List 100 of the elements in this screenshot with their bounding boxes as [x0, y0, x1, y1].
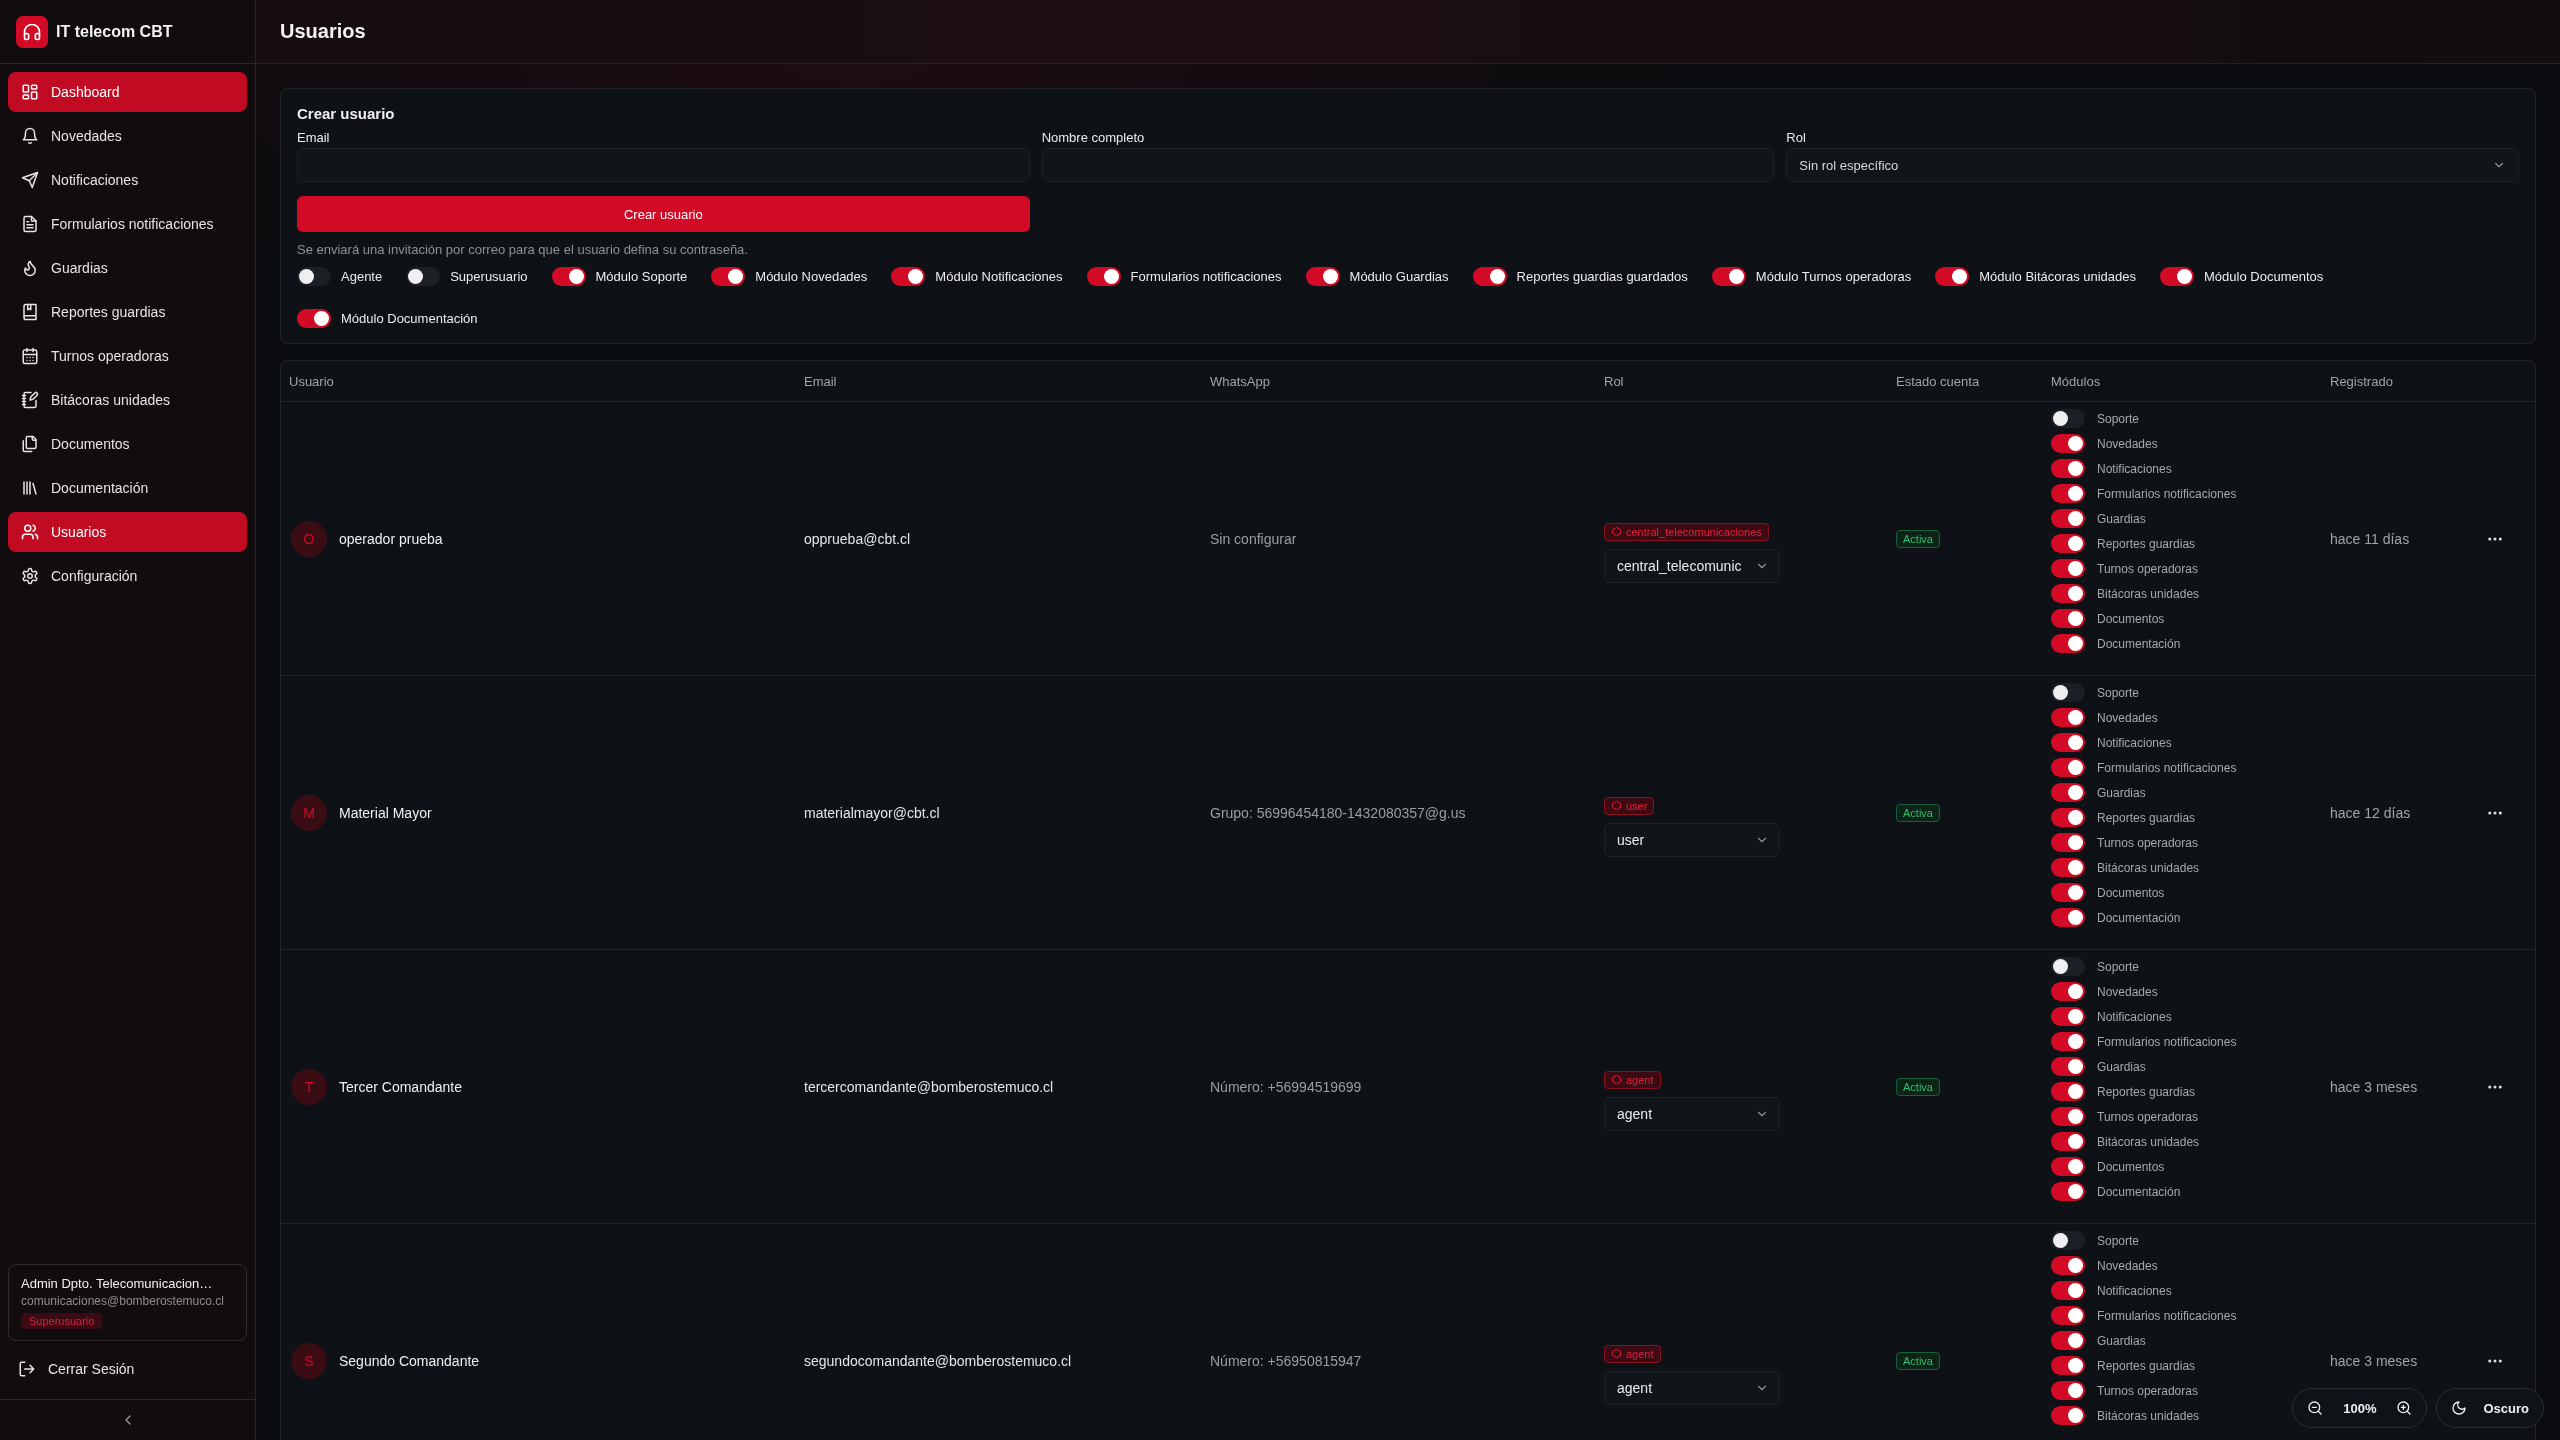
- toggle-switch[interactable]: [2051, 833, 2085, 852]
- toggle-switch[interactable]: [2051, 459, 2085, 478]
- toggle-switch[interactable]: [2051, 1032, 2085, 1051]
- toggle-switch[interactable]: [1935, 266, 1970, 286]
- toggle-label: Módulo Turnos operadoras: [1755, 268, 1912, 284]
- toggle-switch[interactable]: [2051, 484, 2085, 503]
- toggle-switch[interactable]: [2051, 1281, 2085, 1300]
- user-email: comunicaciones@bomberostemuco.cl: [21, 1294, 224, 1308]
- toggle-switch[interactable]: [2051, 409, 2085, 428]
- user-name: Admin Dpto. Telecomunicacion…: [21, 1276, 213, 1291]
- toggle-switch[interactable]: [2051, 1132, 2085, 1151]
- toggle-switch[interactable]: [2051, 708, 2085, 727]
- toggle-switch[interactable]: [2051, 858, 2085, 877]
- user-avatar: S: [291, 1342, 327, 1379]
- toggle-switch[interactable]: [2051, 808, 2085, 827]
- grid-icon: [21, 83, 39, 101]
- hexagon-icon: [1611, 800, 1622, 811]
- create-user-button[interactable]: Crear usuario: [297, 196, 1030, 232]
- toggle-switch[interactable]: [2051, 1182, 2085, 1201]
- module-label: Novedades: [2097, 1258, 2158, 1273]
- column-header: Estado cuenta: [1895, 373, 1981, 389]
- role-select[interactable]: Sin rol específico: [1786, 148, 2519, 182]
- toggle-switch[interactable]: [2051, 434, 2085, 453]
- toggle-switch[interactable]: [711, 266, 746, 286]
- toggle-switch[interactable]: [2051, 634, 2085, 653]
- module-label: Documentación: [2097, 910, 2181, 925]
- toggle-switch[interactable]: [2051, 534, 2085, 553]
- sidebar-item[interactable]: Bitácoras unidades: [8, 380, 247, 420]
- field-label: Email: [297, 130, 331, 145]
- status-badge: Activa: [1896, 529, 1940, 548]
- toggle-switch[interactable]: [2051, 609, 2085, 628]
- sidebar-item[interactable]: Reportes guardias: [8, 292, 247, 332]
- toggle-switch[interactable]: [2051, 1306, 2085, 1325]
- toggle-switch[interactable]: [891, 266, 926, 286]
- toggle-switch[interactable]: [2051, 1082, 2085, 1101]
- sidebar-item[interactable]: Documentos: [8, 424, 247, 464]
- theme-button[interactable]: Oscuro: [2436, 1388, 2544, 1428]
- toggle-label: Agente: [341, 268, 383, 284]
- sidebar-item[interactable]: Guardias: [8, 248, 247, 288]
- module-label: Documentos: [2097, 611, 2165, 626]
- toggle-switch[interactable]: [1086, 266, 1121, 286]
- toggle-switch[interactable]: [2051, 1381, 2085, 1400]
- sidebar-item[interactable]: Dashboard: [8, 72, 247, 112]
- role-select[interactable]: user: [1604, 822, 1780, 857]
- sidebar-item[interactable]: Notificaciones: [8, 160, 247, 200]
- toggle-switch[interactable]: [2051, 1057, 2085, 1076]
- sidebar-item[interactable]: Novedades: [8, 116, 247, 156]
- role-select[interactable]: agent: [1604, 1096, 1780, 1131]
- column-header: Módulos: [2050, 373, 2102, 389]
- toggle-switch[interactable]: [2160, 266, 2195, 286]
- toggle-switch[interactable]: [2051, 1331, 2085, 1350]
- zoom-in-icon[interactable]: [2396, 1400, 2413, 1416]
- toggle-switch[interactable]: [2051, 1007, 2085, 1026]
- role-badge-text: agent: [1626, 1073, 1654, 1086]
- module-label: Documentos: [2097, 1159, 2165, 1174]
- toggle-switch[interactable]: [1472, 266, 1507, 286]
- toggle-switch[interactable]: [2051, 883, 2085, 902]
- toggle-switch[interactable]: [2051, 1231, 2085, 1250]
- user-name: operador prueba: [339, 530, 443, 547]
- role-select[interactable]: central_telecomunic: [1604, 548, 1780, 583]
- form-title: Crear usuario: [297, 105, 396, 122]
- toggle-switch[interactable]: [2051, 908, 2085, 927]
- module-label: Bitácoras unidades: [2097, 1134, 2200, 1149]
- toggle-switch[interactable]: [2051, 733, 2085, 752]
- logout-button[interactable]: Cerrar Sesión: [8, 1347, 247, 1391]
- toggle-label: Módulo Soporte: [595, 268, 688, 284]
- toggle-switch[interactable]: [2051, 1356, 2085, 1375]
- toggle-switch[interactable]: [297, 308, 331, 328]
- toggle-switch[interactable]: [1711, 266, 1746, 286]
- toggle-switch[interactable]: [2051, 1157, 2085, 1176]
- brand-name: IT telecom CBT: [56, 22, 173, 41]
- toggle-switch[interactable]: [2051, 783, 2085, 802]
- sidebar-item[interactable]: Usuarios: [8, 512, 247, 552]
- toggle-switch[interactable]: [2051, 957, 2085, 976]
- toggle-switch[interactable]: [1305, 266, 1340, 286]
- settings-icon: [21, 567, 39, 585]
- toggle-switch[interactable]: [551, 266, 586, 286]
- toggle-switch[interactable]: [2051, 683, 2085, 702]
- toggle-switch[interactable]: [297, 266, 331, 286]
- headset-logo-icon: [22, 21, 42, 42]
- role-select[interactable]: agent: [1604, 1370, 1780, 1405]
- module-label: Soporte: [2097, 959, 2140, 974]
- module-label: Turnos operadoras: [2097, 561, 2198, 576]
- toggle-switch[interactable]: [2051, 1107, 2085, 1126]
- hexagon-icon: [1611, 526, 1622, 537]
- zoom-out-icon[interactable]: [2307, 1400, 2324, 1416]
- toggle-switch[interactable]: [2051, 584, 2085, 603]
- toggle-switch[interactable]: [2051, 1256, 2085, 1275]
- toggle-switch[interactable]: [2051, 758, 2085, 777]
- sidebar-item[interactable]: Documentación: [8, 468, 247, 508]
- sidebar-item[interactable]: Turnos operadoras: [8, 336, 247, 376]
- sidebar-item[interactable]: Configuración: [8, 556, 247, 596]
- toggle-switch[interactable]: [2051, 982, 2085, 1001]
- toggle-switch[interactable]: [406, 266, 441, 286]
- toggle-switch[interactable]: [2051, 1406, 2085, 1425]
- whatsapp-text: Grupo: 56996454180-1432080357@g.us: [1210, 804, 1466, 821]
- sidebar-item[interactable]: Formularios notificaciones: [8, 204, 247, 244]
- status-badge: Activa: [1896, 803, 1940, 822]
- toggle-switch[interactable]: [2051, 559, 2085, 578]
- toggle-switch[interactable]: [2051, 509, 2085, 528]
